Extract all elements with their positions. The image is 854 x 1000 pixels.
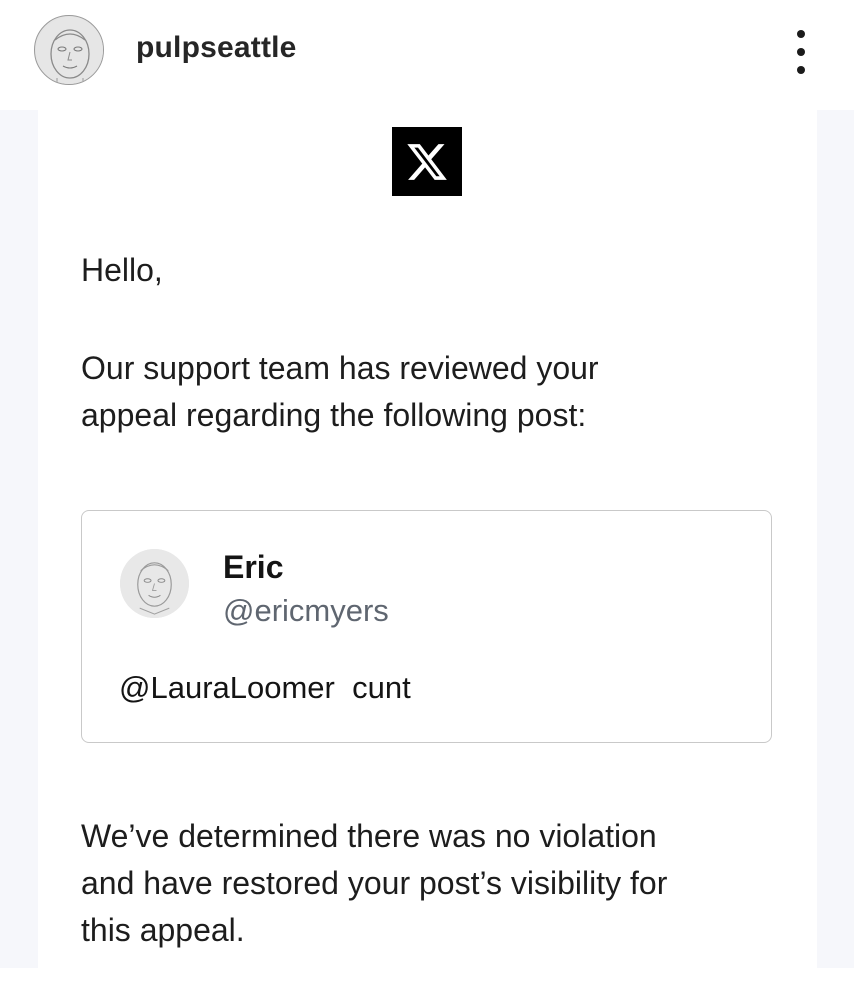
tweet-author-name: Eric <box>223 549 284 585</box>
more-dot <box>797 30 805 38</box>
email-greeting: Hello, <box>81 252 163 288</box>
tweet-author-handle: @ericmyers <box>223 593 389 628</box>
email-result-line-2: and have restored your post’s visibility… <box>81 865 668 901</box>
quoted-post-card: Eric @ericmyers @LauraLoomer cunt <box>81 510 772 743</box>
more-vertical-icon[interactable] <box>786 30 816 74</box>
post-image: Hello, Our support team has reviewed you… <box>0 110 854 968</box>
email-intro-line-1: Our support team has reviewed your <box>81 350 599 386</box>
email-intro-line-2: appeal regarding the following post: <box>81 397 587 433</box>
post-username[interactable]: pulpseattle <box>136 31 297 65</box>
tweet-mention: @LauraLoomer <box>119 670 335 705</box>
email-result-line-1: We’ve determined there was no violation <box>81 818 657 854</box>
tweet-content: cunt <box>352 670 411 705</box>
more-dot <box>797 48 805 56</box>
instagram-post: pulpseattle Hello, Our support team has … <box>0 0 854 1000</box>
x-logo-icon <box>392 127 462 196</box>
email-result-line-3: this appeal. <box>81 912 245 948</box>
email-screenshot: Hello, Our support team has reviewed you… <box>38 110 817 968</box>
tweet-text: @LauraLoomer cunt <box>119 670 411 706</box>
post-header: pulpseattle <box>0 0 854 110</box>
more-dot <box>797 66 805 74</box>
tweet-author-avatar-icon <box>120 549 189 618</box>
user-avatar-sketch-icon[interactable] <box>34 15 104 85</box>
